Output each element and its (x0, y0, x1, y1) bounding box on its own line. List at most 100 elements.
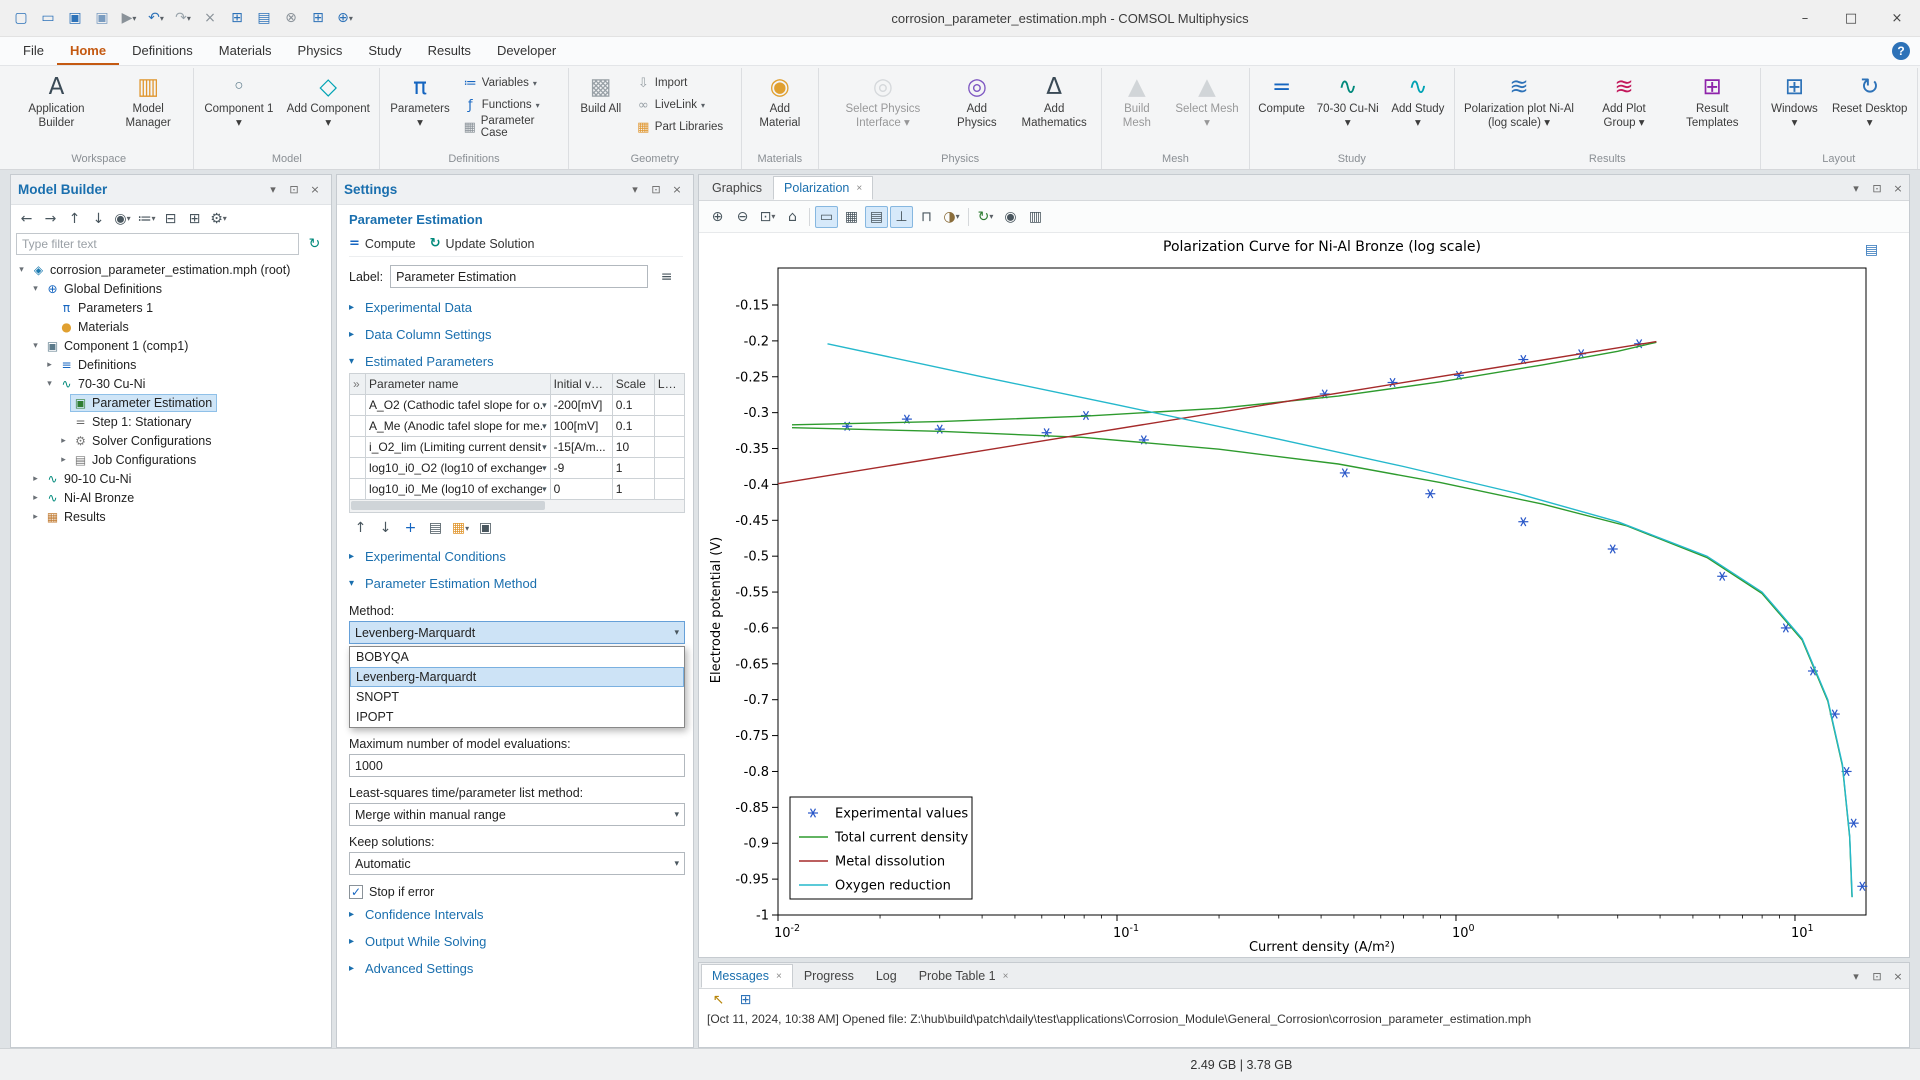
model-manager-button[interactable]: ▥Model Manager (106, 68, 191, 152)
initial-value-cell[interactable]: 0 (550, 479, 612, 500)
panel-close-button[interactable]: × (1889, 967, 1907, 985)
label-options-button[interactable]: ≡ (655, 266, 678, 288)
label-input[interactable] (390, 265, 648, 288)
parameter-name-cell[interactable]: i_O2_lim (Limiting current densit...▾ (366, 437, 551, 458)
expander-icon[interactable]: ▾ (15, 264, 28, 275)
update-solution-button[interactable]: ↻Update Solution (430, 236, 535, 251)
save-as-button[interactable]: ▣ (89, 5, 115, 31)
minimize-button[interactable]: – (1782, 0, 1828, 37)
compute-button[interactable]: =Compute (349, 236, 416, 251)
zoom-extents-button[interactable]: ⊡▾ (756, 206, 779, 228)
import-button[interactable]: ⇩Import (632, 72, 736, 94)
menu-tab-developer[interactable]: Developer (484, 37, 569, 65)
dropdown-option-snopt[interactable]: SNOPT (350, 687, 684, 707)
run-button[interactable]: ▶▾ (116, 5, 142, 31)
add-material-button[interactable]: ◉Add Material (745, 68, 815, 152)
menu-tab-physics[interactable]: Physics (285, 37, 356, 65)
section-data-column-settings[interactable]: ▸Data Column Settings (349, 319, 683, 346)
build-all-button[interactable]: ▩Build All (572, 68, 630, 152)
tree-item-70-30-cu-ni[interactable]: ▾∿70-30 Cu-Ni (11, 374, 331, 393)
close-tab-icon[interactable]: × (1003, 971, 1009, 982)
zoom-button[interactable]: ⊕▾ (332, 5, 358, 31)
model-settings-button[interactable]: ⚙▾ (207, 208, 230, 230)
tree-item-definitions[interactable]: ▸≡Definitions (11, 355, 331, 374)
redo-button[interactable]: ↷▾ (170, 5, 196, 31)
windows-button[interactable]: ⊞ (305, 5, 331, 31)
add-mathematics-button[interactable]: ΔAdd Mathematics (1010, 68, 1099, 152)
parameters-button[interactable]: πParameters ▾ (383, 68, 457, 152)
dropdown-option-ipopt[interactable]: IPOPT (350, 707, 684, 727)
tree-item-parameters-1[interactable]: πParameters 1 (11, 298, 331, 317)
lower-bound-cell[interactable] (654, 416, 684, 437)
help-button[interactable]: ? (1892, 42, 1910, 60)
initial-value-cell[interactable]: -15[A/m... (550, 437, 612, 458)
add-study-button[interactable]: ∿Add Study ▾ (1385, 68, 1451, 152)
compute-button[interactable]: =Compute (1253, 68, 1311, 152)
tree-item-90-10-cu-ni[interactable]: ▸∿90-10 Cu-Ni (11, 469, 331, 488)
scale-cell[interactable]: 1 (612, 458, 654, 479)
section-output-while-solving[interactable]: ▸Output While Solving (349, 926, 683, 953)
image-snapshot-button[interactable]: ◉ (999, 206, 1022, 228)
tree-item-component-1-comp1[interactable]: ▾▣Component 1 (comp1) (11, 336, 331, 355)
paste-button[interactable]: ▤ (251, 5, 277, 31)
messages-tab-messages[interactable]: Messages× (701, 964, 793, 988)
section-experimental-conditions[interactable]: ▸Experimental Conditions (349, 541, 683, 568)
variables-button[interactable]: ≔Variables▾ (459, 72, 563, 94)
orthographic-projection-button[interactable]: ▭ (815, 206, 838, 228)
replot-button[interactable]: ↻▾ (974, 206, 997, 228)
tree-item-parameter-estimation[interactable]: ▣Parameter Estimation (11, 393, 331, 412)
tree-item-ni-al-bronze[interactable]: ▸∿Ni-Al Bronze (11, 488, 331, 507)
panel-float-button[interactable]: ⊡ (1868, 179, 1886, 197)
reset-desktop-button[interactable]: ↻Reset Desktop ▾ (1825, 68, 1914, 152)
plot-properties-button[interactable]: ▤ (1860, 239, 1883, 261)
polarization-plot-ni-al-log-scale-button[interactable]: ≋Polarization plot Ni-Al (log scale) ▾ (1458, 68, 1580, 152)
print-button[interactable]: ▥ (1024, 206, 1047, 228)
functions-button[interactable]: ƒFunctions▾ (459, 94, 563, 116)
windows-button[interactable]: ⊞Windows ▾ (1764, 68, 1826, 152)
show-legends-button[interactable]: ▤ (865, 206, 888, 228)
messages-tab-log[interactable]: Log (865, 964, 908, 988)
row-up-button[interactable]: ↑ (349, 517, 372, 539)
close-tab-icon[interactable]: × (776, 971, 782, 982)
tree-item-corrosion-parameter-estimation-mph-root[interactable]: ▾◈corrosion_parameter_estimation.mph (ro… (11, 260, 331, 279)
new-file-button[interactable]: ▢ (8, 5, 34, 31)
menu-tab-results[interactable]: Results (415, 37, 484, 65)
maximize-button[interactable]: □ (1828, 0, 1874, 37)
add-row-button[interactable]: + (399, 517, 422, 539)
parameter-case-button[interactable]: ▦Parameter Case (459, 116, 563, 138)
go-back-button[interactable]: ← (15, 208, 38, 230)
save-button[interactable]: ▣ (62, 5, 88, 31)
add-component-button[interactable]: ◇Add Component ▾ (280, 68, 376, 152)
menu-tab-definitions[interactable]: Definitions (119, 37, 206, 65)
lower-bound-cell[interactable] (654, 437, 684, 458)
plot-area[interactable]: Polarization Curve for Ni-Al Bronze (log… (699, 233, 1909, 957)
menu-tab-file[interactable]: File (10, 37, 57, 65)
section-advanced-settings[interactable]: ▸Advanced Settings (349, 953, 683, 980)
panel-float-button[interactable]: ⊡ (1868, 967, 1886, 985)
dropdown-option-bobyqa[interactable]: BOBYQA (350, 647, 684, 667)
zoom-in-button[interactable]: ⊕ (706, 206, 729, 228)
graphics-tab-polarization[interactable]: Polarization× (773, 176, 873, 200)
panel-menu-button[interactable]: ▾ (626, 181, 644, 199)
parameter-name-cell[interactable]: log10_i0_Me (log10 of exchange c...▾ (366, 479, 551, 500)
method-combo[interactable]: Levenberg-Marquardt▾ (349, 621, 685, 644)
panel-close-button[interactable]: × (306, 181, 324, 199)
initial-value-cell[interactable]: -9 (550, 458, 612, 479)
tree-item-job-configurations[interactable]: ▸▤Job Configurations (11, 450, 331, 469)
expander-icon[interactable]: ▾ (29, 283, 42, 294)
max-evaluations-input[interactable] (349, 754, 685, 777)
application-builder-button[interactable]: AApplication Builder (7, 68, 106, 152)
result-templates-button[interactable]: ⊞Result Templates (1668, 68, 1756, 152)
undo-button[interactable]: ↶▾ (143, 5, 169, 31)
load-file-button[interactable]: ▦▾ (449, 517, 472, 539)
table-settings-button[interactable]: ▤ (424, 517, 447, 539)
delete-button[interactable]: ⊗ (278, 5, 304, 31)
expander-icon[interactable]: ▸ (29, 511, 42, 522)
show-grid-button[interactable]: ▦ (840, 206, 863, 228)
zoom-out-button[interactable]: ⊖ (731, 206, 754, 228)
lower-bound-cell[interactable] (654, 395, 684, 416)
panel-float-button[interactable]: ⊡ (647, 181, 665, 199)
messages-tab-probe-table-1[interactable]: Probe Table 1× (908, 964, 1020, 988)
expander-icon[interactable]: ▸ (57, 454, 70, 465)
70-30-cu-ni-button[interactable]: ∿70-30 Cu-Ni ▾ (1311, 68, 1385, 152)
